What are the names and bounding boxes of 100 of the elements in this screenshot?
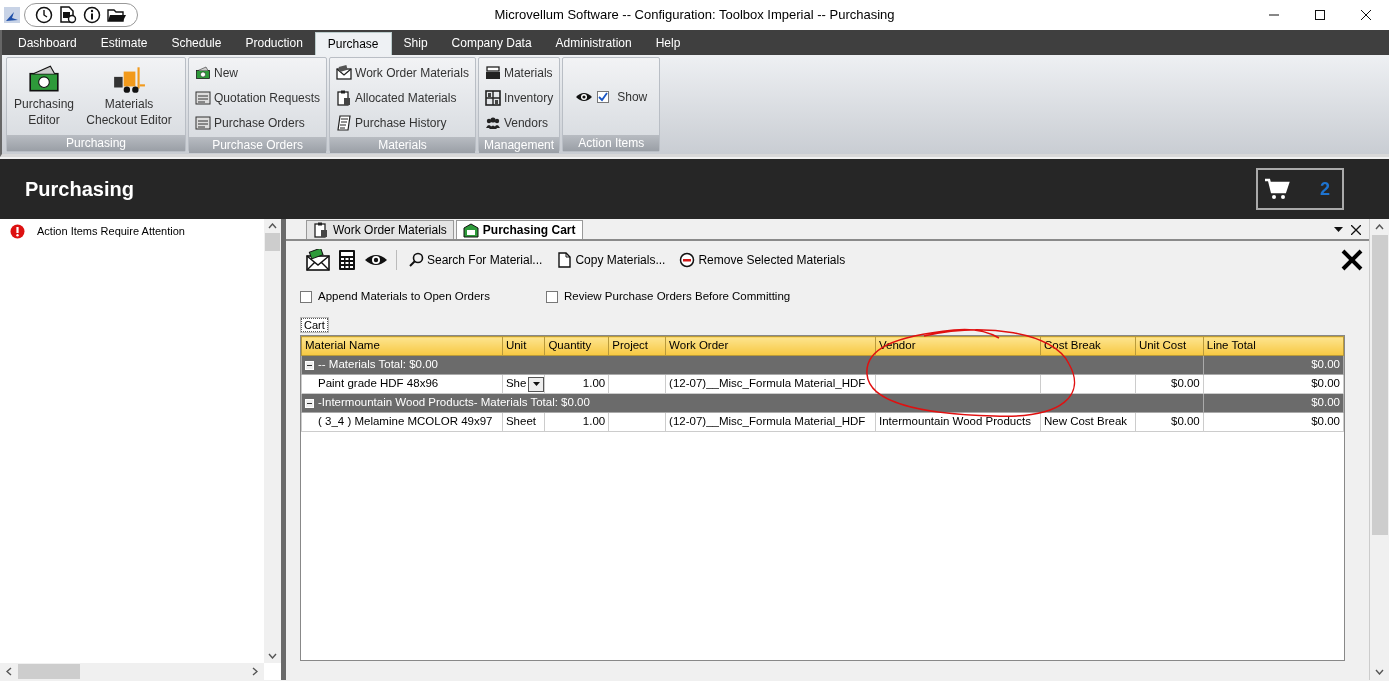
- column-header[interactable]: Quantity: [544, 336, 609, 356]
- menu-tab[interactable]: Administration: [543, 32, 644, 55]
- column-header[interactable]: Line Total: [1203, 336, 1344, 356]
- table-cell: Intermountain Wood Products: [875, 412, 1041, 432]
- table-cell: $0.00: [1203, 374, 1344, 394]
- checkbox-label: Review Purchase Orders Before Committing: [563, 289, 791, 305]
- grid-tab[interactable]: Cart: [300, 317, 329, 333]
- envelope-money-icon[interactable]: [306, 249, 330, 271]
- table-cell: $0.00: [1203, 412, 1344, 432]
- menu-tab[interactable]: Help: [643, 32, 693, 55]
- toolbar-button[interactable]: Search For Material...: [405, 251, 546, 269]
- eye-icon[interactable]: [364, 253, 388, 267]
- collapse-toggle[interactable]: [305, 398, 314, 408]
- calculator-icon[interactable]: [338, 249, 356, 271]
- checkbox[interactable]: [597, 90, 610, 103]
- toolbar-button[interactable]: Copy Materials...: [553, 251, 669, 269]
- ribbon-button[interactable]: Work Order Materials: [334, 60, 471, 85]
- scroll-left-icon: [6, 667, 12, 676]
- ribbon-button[interactable]: Materials: [482, 60, 556, 85]
- document-icon: [556, 252, 573, 268]
- menu-tab[interactable]: Estimate: [88, 32, 160, 55]
- ribbon-button[interactable]: Materials Checkout Editor: [77, 60, 181, 133]
- menu-tab[interactable]: Purchase: [314, 32, 392, 55]
- menu-tab[interactable]: Schedule: [159, 32, 234, 55]
- clipboard-icon: [313, 222, 329, 238]
- collapse-toggle[interactable]: [305, 360, 314, 370]
- table-cell: [608, 412, 666, 432]
- scrollbar[interactable]: [0, 663, 264, 680]
- sheet-icon: [195, 114, 211, 131]
- action-item[interactable]: Action Items Require Attention: [0, 219, 264, 244]
- menu-tab[interactable]: Production: [233, 32, 315, 55]
- info-icon[interactable]: [83, 6, 101, 24]
- ribbon-button[interactable]: Purchase Orders: [193, 110, 323, 135]
- ribbon-button[interactable]: Vendors: [482, 110, 556, 135]
- menu-tab[interactable]: Dashboard: [6, 32, 89, 55]
- menu-tab[interactable]: Ship: [391, 32, 440, 55]
- page-title: Purchasing: [25, 177, 134, 202]
- stack-icon: [484, 64, 501, 81]
- table-cell: 1.00: [544, 374, 609, 394]
- table-cell: New Cost Break: [1040, 412, 1136, 432]
- ribbon-group-caption: Management: [484, 138, 555, 152]
- ribbon-group-caption: Purchase Orders: [212, 138, 303, 152]
- document-gear-icon[interactable]: [59, 6, 77, 24]
- close-icon[interactable]: [1351, 225, 1361, 235]
- app-logo-icon: [4, 7, 20, 23]
- ribbon-button[interactable]: Inventory: [482, 85, 556, 110]
- table-cell: ( 3_4 ) Melamine MCOLOR 49x97: [301, 412, 503, 432]
- checkbox[interactable]: [300, 291, 312, 303]
- checkbox-label: Show: [617, 88, 648, 106]
- column-header[interactable]: Unit: [502, 336, 545, 356]
- table-cell: Paint grade HDF 48x96: [301, 374, 503, 394]
- folder-icon[interactable]: [107, 7, 127, 23]
- scrollbar-thumb[interactable]: [1371, 235, 1388, 535]
- scrollbar-thumb[interactable]: [265, 233, 280, 251]
- ribbon-group-caption: Action Items: [578, 136, 645, 150]
- table-cell: (12-07)__Misc_Formula Material_HDF: [665, 374, 876, 394]
- column-header[interactable]: Project: [608, 336, 666, 356]
- column-header[interactable]: Work Order: [665, 336, 876, 356]
- checkbox-label: Append Materials to Open Orders: [318, 289, 490, 305]
- column-header[interactable]: Material Name: [301, 336, 503, 356]
- close-icon[interactable]: [1341, 249, 1363, 271]
- scroll-down-icon: [1375, 669, 1384, 675]
- document-tab[interactable]: Work Order Materials: [306, 220, 454, 239]
- checkbox[interactable]: [545, 291, 558, 303]
- maximize-icon: [1315, 10, 1325, 20]
- table-cell: $0.00: [1135, 412, 1204, 432]
- toolbar-button[interactable]: Remove Selected Materials: [676, 251, 849, 269]
- ribbon-button[interactable]: Quotation Requests: [193, 85, 323, 110]
- caret-icon: [532, 382, 540, 387]
- column-header[interactable]: Unit Cost: [1135, 336, 1204, 356]
- ribbon-button[interactable]: Purchase History: [334, 110, 471, 135]
- cart-money-icon: [462, 222, 479, 238]
- table-cell: [608, 374, 666, 394]
- sheet-icon: [195, 89, 211, 106]
- clock-icon[interactable]: [35, 6, 53, 24]
- cart-icon: [1264, 178, 1290, 200]
- scrollbar[interactable]: [1369, 219, 1389, 680]
- menu-tab[interactable]: Company Data: [439, 32, 544, 55]
- dropdown-icon[interactable]: [1334, 227, 1343, 233]
- clipboard-icon: [336, 89, 353, 106]
- shelf-icon: [484, 89, 501, 106]
- document-tab[interactable]: Purchasing Cart: [455, 220, 583, 239]
- close-icon: [1361, 10, 1371, 20]
- scrollbar[interactable]: [264, 219, 281, 663]
- money-icon: [195, 64, 211, 81]
- scroll-right-icon: [252, 667, 258, 676]
- ribbon-button[interactable]: Purchasing Editor: [11, 60, 77, 133]
- window-title: Microvellum Software -- Configuration: Toolbox Imperial -- Purchasing: [494, 7, 895, 23]
- ribbon-button[interactable]: New: [193, 60, 323, 85]
- table-cell: 1.00: [544, 412, 609, 432]
- group-label: -- Materials Total: $0.00: [318, 358, 438, 371]
- table-cell: $0.00: [1135, 374, 1204, 394]
- scrollbar-thumb[interactable]: [18, 664, 80, 679]
- search-icon: [408, 252, 424, 268]
- eye-icon: [575, 90, 594, 103]
- table-cell: (12-07)__Misc_Formula Material_HDF: [665, 412, 876, 432]
- scroll-down-icon: [268, 653, 277, 659]
- dropdown-button[interactable]: [528, 376, 544, 392]
- list-icon: [336, 114, 353, 131]
- ribbon-button[interactable]: Allocated Materials: [334, 85, 471, 110]
